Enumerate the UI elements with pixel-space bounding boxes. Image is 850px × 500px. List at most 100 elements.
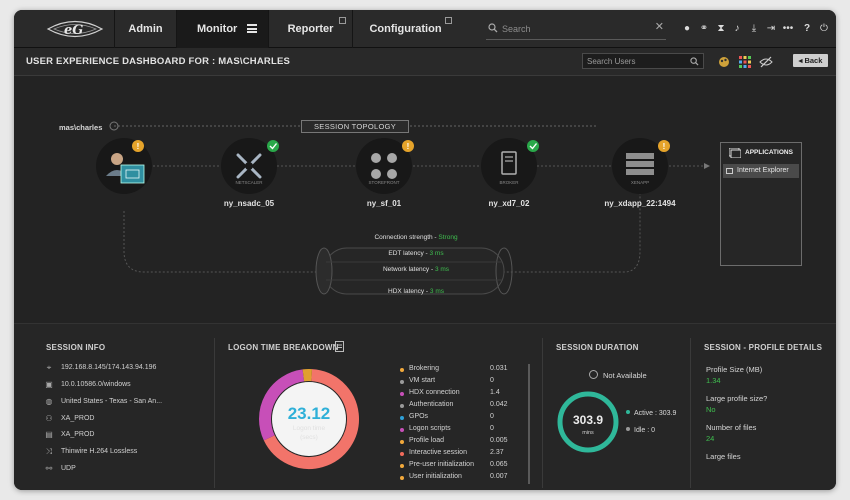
menu-icon[interactable] [247, 24, 257, 33]
netscaler-node[interactable] [221, 138, 279, 194]
legend-dot [400, 464, 404, 468]
protocol-icon: ⤨ [45, 447, 53, 456]
clear-icon[interactable]: ✕ [655, 20, 664, 33]
user-icon[interactable]: ● [680, 22, 694, 36]
broker-type-label: BROKER [499, 180, 519, 185]
global-search: ✕ [486, 18, 666, 40]
application-name: Internet Explorer [737, 167, 789, 174]
logon-total: 23.12 [287, 404, 331, 423]
application-item[interactable]: Internet Explorer [723, 164, 799, 178]
breakdown-name: GPOs [409, 413, 429, 420]
duration-value: 303.9 [572, 413, 604, 427]
bottom-panels: SESSION INFO ⌖ 192.168.8.145/174.143.94.1… [14, 323, 836, 490]
storefront-type-label: STOREFRONT [369, 180, 400, 185]
legend-dot [400, 476, 404, 480]
file-count-value: 24 [706, 434, 715, 443]
legend-dot [400, 368, 404, 372]
applications-panel: APPLICATIONS Internet Explorer [720, 142, 802, 266]
grid-icon[interactable] [739, 56, 751, 68]
edt-latency-metric: EDT latency - 3 ms [388, 250, 444, 257]
profile-size-label: Profile Size (MB) [706, 365, 763, 374]
xenapp-node[interactable]: ! [612, 138, 670, 194]
scrollbar[interactable] [528, 364, 530, 484]
link-icon[interactable]: ⚭ [697, 22, 711, 36]
metric-label: Network latency [382, 266, 430, 273]
idle-text: Idle : 0 [634, 427, 656, 434]
tab-configuration[interactable]: Configuration [352, 10, 458, 48]
user-node[interactable]: ! [96, 138, 152, 194]
legend-dot [400, 416, 404, 420]
location-pin-icon: ⌖ [46, 363, 52, 372]
check-icon [267, 140, 279, 152]
dashboard-header: USER EXPERIENCE DASHBOARD FOR : MAS\CHAR… [14, 48, 836, 76]
palette-icon[interactable] [718, 56, 730, 68]
eg-logo[interactable]: eG [44, 16, 106, 42]
help-icon[interactable]: ? [800, 22, 814, 36]
file-count-label: Number of files [706, 423, 757, 432]
logon-breakdown-title: LOGON TIME BREAKDOWN [228, 343, 339, 352]
session-topology-panel: ! ! ! NETSCALER STOREFRONT BROKER XENAPP… [14, 76, 836, 323]
session-topology-button[interactable]: SESSION TOPOLOGY [301, 120, 409, 133]
breakdown-row: GPOs 0 [400, 413, 530, 425]
duration-unit: mins [582, 430, 594, 436]
back-label: Back [804, 56, 823, 65]
breakdown-row: Interactive session 2.37 [400, 449, 530, 461]
search-input[interactable] [502, 20, 652, 38]
hide-icon[interactable] [759, 56, 773, 68]
arrow-head [704, 163, 710, 169]
legend-dot [400, 452, 404, 456]
user-name: mas\charles [59, 123, 103, 132]
breakdown-row: Authentication 0.042 [400, 401, 530, 413]
search-icon[interactable] [690, 57, 699, 66]
bell-icon[interactable]: ♪ [730, 22, 744, 36]
metric-label: Connection strength [374, 234, 433, 241]
active-text: Active : 303.9 [634, 410, 677, 417]
tab-reporter[interactable]: Reporter [268, 10, 352, 48]
globe-icon: ◍ [45, 397, 53, 406]
login-icon[interactable]: ⇥ [764, 22, 778, 36]
breakdown-name: Profile load [409, 437, 445, 444]
info-text: 192.168.8.145/174.143.94.196 [61, 364, 157, 371]
duration-status: Not Available [589, 370, 647, 380]
window-icon [726, 168, 733, 174]
report-icon[interactable] [335, 341, 345, 352]
breakdown-value: 0.005 [490, 437, 508, 444]
app-window: eG Admin Monitor Reporter Configuration … [14, 10, 836, 490]
idle-legend: Idle : 0 [626, 427, 655, 434]
hourglass-icon[interactable]: ⧗ [714, 22, 728, 36]
breakdown-name: VM start [409, 377, 436, 384]
connection-strength-metric: Connection strength - Strong [374, 234, 458, 241]
breakdown-name: Pre-user initialization [409, 461, 474, 468]
external-link-icon [445, 17, 452, 24]
logon-total-unit: (secs) [300, 434, 318, 441]
broker-node[interactable] [481, 138, 539, 194]
back-button[interactable]: ◂ Back [793, 54, 828, 67]
network-latency-metric: Network latency - 3 ms [382, 266, 450, 273]
tab-admin[interactable]: Admin [114, 10, 176, 48]
more-icon[interactable]: ••• [781, 22, 795, 36]
breakdown-name: Authentication [409, 401, 454, 408]
breakdown-row: Profile load 0.005 [400, 437, 530, 449]
xenapp-type-label: XENAPP [631, 180, 649, 185]
legend-dot [400, 428, 404, 432]
storefront-node[interactable]: ! [356, 138, 414, 194]
active-dot [626, 410, 630, 414]
divider [214, 338, 215, 488]
idle-dot [626, 427, 630, 431]
power-icon[interactable]: ⏻ [817, 22, 831, 36]
applications-icon [729, 148, 741, 158]
legend-dot [400, 440, 404, 444]
breakdown-value: 0.031 [490, 365, 508, 372]
download-icon[interactable]: ⤓ [747, 22, 761, 36]
search-icon [488, 23, 498, 33]
large-profile-label: Large profile size? [706, 394, 768, 403]
info-text: XA_PROD [61, 431, 95, 438]
tab-admin-label: Admin [128, 23, 163, 35]
active-legend: Active : 303.9 [626, 410, 676, 417]
tab-monitor[interactable]: Monitor [176, 10, 268, 48]
search-users-input[interactable] [587, 55, 687, 67]
applications-title: APPLICATIONS [745, 149, 793, 156]
server-icon: ▤ [45, 430, 53, 439]
divider [542, 338, 543, 488]
divider [690, 338, 691, 488]
